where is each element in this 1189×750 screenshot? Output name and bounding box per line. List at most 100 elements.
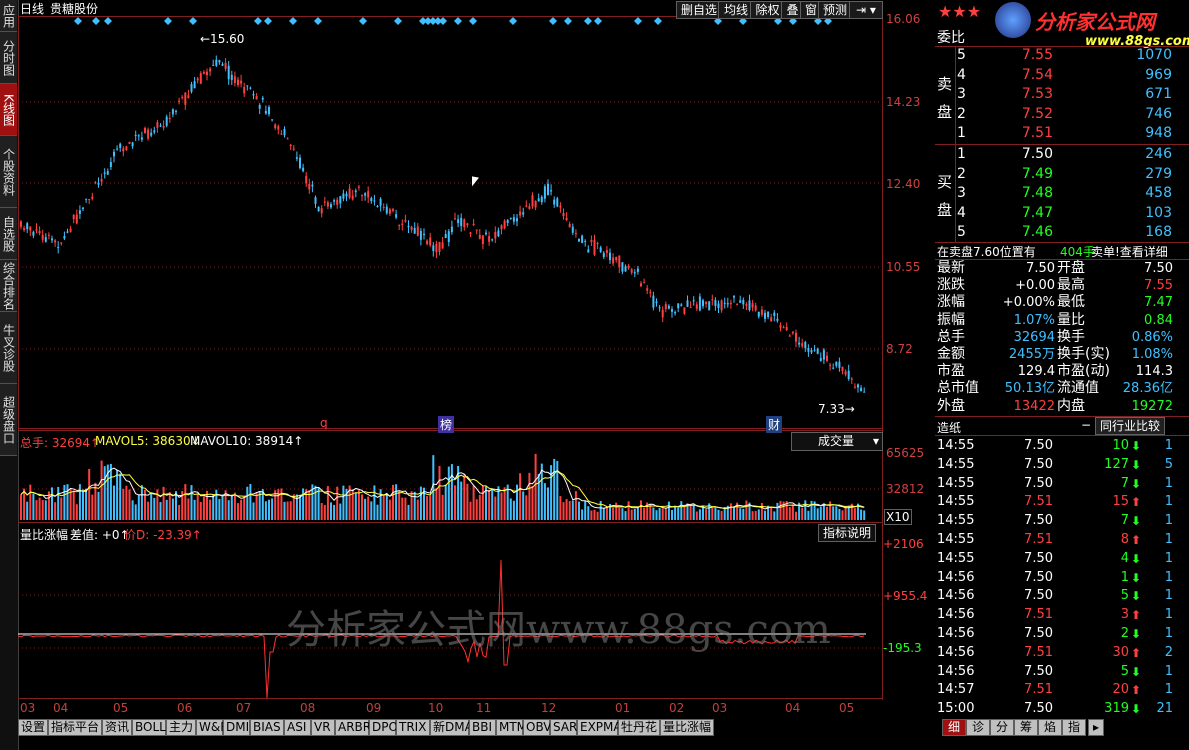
event-marker[interactable]: 榜 xyxy=(438,416,455,433)
event-marker[interactable]: q xyxy=(320,416,328,430)
candle-body xyxy=(475,229,478,231)
indicator-tab[interactable]: BOLL xyxy=(132,719,166,736)
volume-bar xyxy=(51,487,53,520)
right-panel-tab[interactable]: 诊 xyxy=(966,719,990,736)
left-nav-item[interactable]: 牛叉诊股 xyxy=(0,312,17,384)
right-panel-tab[interactable]: 指 xyxy=(1062,719,1086,736)
toolbar-button[interactable]: 除权 xyxy=(750,1,785,19)
left-nav-item[interactable]: 应用 xyxy=(0,0,17,32)
right-panel-tab[interactable]: 筹 xyxy=(1014,719,1038,736)
candle-body xyxy=(568,223,571,228)
indicator-tab[interactable]: DMI xyxy=(223,719,250,736)
indicator-tab[interactable]: DPO xyxy=(369,719,398,736)
volume-bar xyxy=(178,504,181,520)
candle-body xyxy=(178,100,181,102)
volume-bar xyxy=(109,463,112,520)
industry-dash: − xyxy=(1081,418,1092,432)
right-panel-tab[interactable]: 焰 xyxy=(1038,719,1062,736)
indicator-tab[interactable]: MTM xyxy=(496,719,527,736)
stat-value: 7.50 xyxy=(1144,261,1173,276)
industry-compare-button[interactable]: 同行业比较 xyxy=(1095,417,1166,435)
indicator-tab[interactable]: 指标平台 xyxy=(48,719,102,736)
candle-body xyxy=(438,241,441,252)
candle-body xyxy=(444,234,447,239)
volume-dropdown[interactable]: 成交量 ▾ xyxy=(791,432,883,451)
bid-price: 7.50 xyxy=(1021,146,1053,162)
indicator-tab[interactable]: OBV xyxy=(523,719,552,736)
volume-bar xyxy=(640,500,642,520)
indicator-tab[interactable]: ARBR xyxy=(335,719,371,736)
toolbar-button[interactable]: 预测 xyxy=(818,1,852,19)
period-label[interactable]: 日线 xyxy=(20,1,44,17)
volume-bar xyxy=(760,502,763,520)
candle-body xyxy=(739,300,742,303)
volume-bar xyxy=(621,508,624,520)
left-nav-item[interactable]: 综合排名 xyxy=(0,260,17,312)
indicator-tab[interactable]: BIAS xyxy=(250,719,284,736)
indicator-tab[interactable]: VR xyxy=(311,719,335,736)
indicator-tab[interactable]: EXPMA xyxy=(577,719,622,736)
toolbar-button[interactable]: 删自选 xyxy=(676,1,722,19)
volume-bar xyxy=(370,501,373,520)
indicator-tab[interactable]: 牡丹花 xyxy=(618,719,660,736)
volume-bar xyxy=(97,491,100,520)
candle-body xyxy=(478,234,481,239)
left-nav-item[interactable]: 超级盘口 xyxy=(0,384,17,456)
industry-label: 造纸 xyxy=(937,421,962,435)
toolbar-button[interactable]: 均线 xyxy=(718,1,754,19)
volume-bar xyxy=(209,499,212,520)
indicator-tab[interactable]: SAR xyxy=(550,719,577,736)
left-nav-item[interactable]: 分时图 xyxy=(0,32,17,84)
ask-row: 3 7.53 671 xyxy=(935,85,1187,104)
volume-bar xyxy=(587,506,590,520)
kline-panel-border xyxy=(18,16,883,429)
candle-body xyxy=(723,302,726,304)
candle-body xyxy=(559,205,562,208)
right-panel-tab[interactable]: 分 xyxy=(990,719,1014,736)
candle-body xyxy=(506,219,509,223)
candle-body xyxy=(708,301,711,311)
bid-row: 4 7.47 103 xyxy=(935,204,1187,223)
indicator-tab[interactable]: TRIX xyxy=(396,719,430,736)
indicator-tab[interactable]: 量比涨幅 xyxy=(660,719,714,736)
indicator-tab[interactable]: 设置 xyxy=(18,719,48,736)
tick-time: 14:55 xyxy=(937,438,975,453)
event-marker[interactable]: 财 xyxy=(766,416,783,433)
volume-bar xyxy=(354,493,357,520)
candle-body xyxy=(385,206,388,214)
volume-bar xyxy=(615,502,618,520)
candle-body xyxy=(844,371,847,375)
right-panel-tab[interactable]: 细 xyxy=(942,719,966,736)
stat-label: 最低 xyxy=(1057,294,1085,311)
globe-icon xyxy=(995,2,1031,38)
indicator-tab[interactable]: BBI xyxy=(469,719,496,736)
more-arrow-icon[interactable]: ⇥ ▾ xyxy=(849,1,883,19)
volume-bar xyxy=(429,495,432,520)
left-nav-item[interactable]: 个股资料 xyxy=(0,136,17,208)
indicator-tab[interactable]: 新DMA xyxy=(430,719,473,736)
volume-bar xyxy=(122,488,125,520)
candle-body xyxy=(801,343,804,347)
candle-body xyxy=(457,219,460,224)
tab-scroll-arrow-icon[interactable]: ▸ xyxy=(1088,719,1104,736)
volume-bar xyxy=(125,485,128,520)
indicator-tab[interactable]: 主力 xyxy=(166,719,196,736)
pending-order-link[interactable]: 卖单!查看详细 xyxy=(1091,243,1168,260)
candle-body xyxy=(543,186,546,199)
volume-bar xyxy=(689,504,692,520)
tick-time: 14:55 xyxy=(937,513,975,529)
indicator-help-button[interactable]: 指标说明 xyxy=(818,524,877,542)
indicator-tab[interactable]: ASI xyxy=(284,719,311,736)
bid-price: 7.47 xyxy=(1021,204,1053,221)
volume-bar xyxy=(240,499,243,520)
left-nav-item[interactable]: K线图 xyxy=(0,84,17,136)
indicator-tab[interactable]: W&R xyxy=(196,719,229,736)
tick-volume: 3 xyxy=(1120,607,1129,623)
left-nav-item[interactable]: 自选股 xyxy=(0,208,17,260)
volume-bar xyxy=(388,499,391,520)
candle-body xyxy=(109,161,112,167)
candle-body xyxy=(128,141,131,144)
indicator-tab[interactable]: 资讯 xyxy=(102,719,132,736)
stat-row: 市盈 129.4 市盈(动) 114.3 xyxy=(935,363,1187,380)
tick-time: 14:55 xyxy=(937,532,975,547)
